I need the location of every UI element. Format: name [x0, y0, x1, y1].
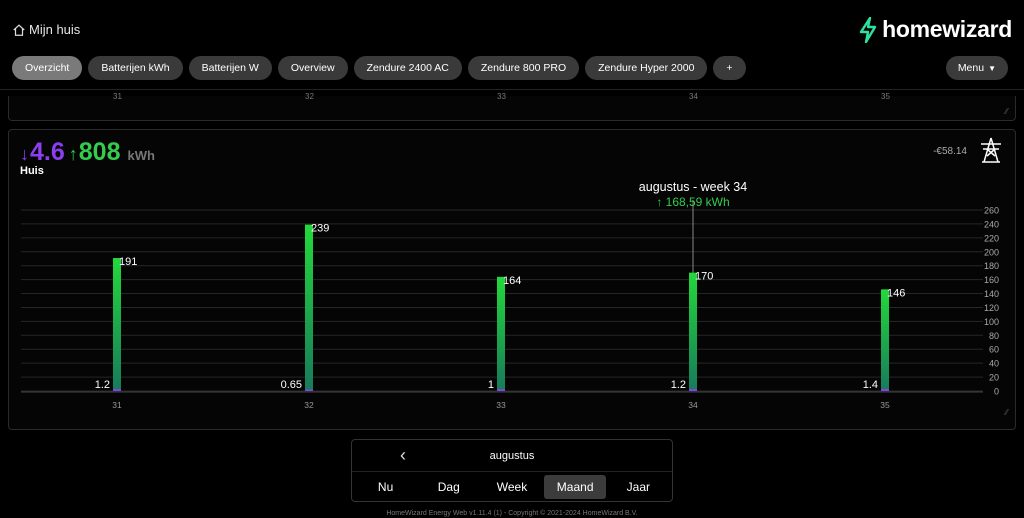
energy-totals: ↓ 4.6 ↑ 808 kWh	[20, 138, 155, 167]
month-selector: ‹ augustus	[352, 440, 672, 472]
y-tick-label: 240	[984, 219, 999, 229]
export-bar	[497, 276, 505, 391]
card-label: Huis	[20, 165, 44, 177]
import-value-label: 0.65	[281, 379, 302, 391]
x-tick-label: 32	[304, 400, 314, 410]
import-bar	[689, 389, 697, 391]
bar-value-label: 239	[311, 223, 329, 235]
import-bar	[881, 389, 889, 391]
top-tick: 31	[113, 92, 122, 101]
export-value: 808	[78, 138, 121, 166]
y-tick-label: 0	[994, 387, 999, 397]
period-tabs: Nu Dag Week Maand Jaar	[352, 475, 672, 499]
bar-value-label: 170	[695, 271, 713, 283]
export-bar	[305, 224, 313, 391]
energy-bar-chart[interactable]: 0 20 40 60 80 100 120 140 160 180 200 220 240 260 191 1…	[9, 130, 1017, 431]
period-jaar[interactable]: Jaar	[607, 475, 669, 499]
dashboard-tabs: Overzicht Batterijen kWh Batterijen W Ov…	[12, 56, 746, 80]
top-tick: 33	[497, 92, 506, 101]
bar-value-label: 164	[503, 275, 521, 287]
footer-copyright: HomeWizard Energy Web v1.11.4 (1) - Copy…	[386, 510, 638, 517]
power-pylon-icon	[981, 137, 1001, 163]
y-tick-label: 80	[989, 331, 999, 341]
bar-value-label: 191	[119, 256, 137, 268]
cost-value: -€58.14	[933, 146, 967, 157]
tab-overview[interactable]: Overview	[277, 56, 348, 80]
menu-button[interactable]: Menu ▼	[945, 56, 1008, 80]
home-link[interactable]: Mijn huis	[12, 22, 80, 37]
menu-label: Menu	[957, 62, 985, 74]
export-bar	[881, 289, 889, 391]
home-label: Mijn huis	[29, 22, 81, 37]
export-bar	[113, 258, 121, 391]
y-tick-label: 20	[989, 373, 999, 383]
x-tick-label: 34	[688, 400, 698, 410]
resize-handle[interactable]: ⁄⁄	[1005, 408, 1008, 417]
import-value: 4.6	[30, 138, 65, 166]
tab-overzicht[interactable]: Overzicht	[12, 56, 83, 80]
y-tick-label: 60	[989, 345, 999, 355]
resize-handle[interactable]: ⁄⁄	[1005, 107, 1008, 116]
y-tick-label: 220	[984, 233, 999, 243]
import-bar	[497, 389, 505, 391]
caret-down-icon: ▼	[988, 63, 996, 73]
add-tab-button[interactable]: +	[713, 56, 746, 80]
huis-card: 0 20 40 60 80 100 120 140 160 180 200 220 240 260 191 1…	[8, 129, 1016, 430]
x-tick-label: 33	[496, 400, 506, 410]
import-arrow-icon: ↓	[20, 144, 29, 164]
home-icon	[13, 23, 25, 36]
tab-zendure-hyper-2000[interactable]: Zendure Hyper 2000	[585, 56, 708, 80]
tab-zendure-2400-ac[interactable]: Zendure 2400 AC	[353, 56, 462, 80]
import-value-label: 1	[488, 379, 494, 391]
y-tick-label: 200	[984, 247, 999, 257]
current-month: augustus	[489, 450, 535, 462]
homewizard-logo: homewizard	[858, 16, 1012, 43]
period-dag[interactable]: Dag	[418, 475, 480, 499]
tab-zendure-800-pro[interactable]: Zendure 800 PRO	[467, 56, 580, 80]
y-tick-label: 100	[984, 317, 999, 327]
tooltip-value: ↑ 168,59 kWh	[656, 195, 729, 209]
top-tick: 35	[881, 92, 890, 101]
logo-text: homewizard	[882, 16, 1012, 42]
top-tick: 34	[689, 92, 698, 101]
period-nu[interactable]: Nu	[355, 475, 417, 499]
import-value-label: 1.2	[95, 379, 110, 391]
import-value-label: 1.4	[863, 379, 878, 391]
tab-batterijen-w[interactable]: Batterijen W	[188, 56, 272, 80]
bar-value-label: 146	[887, 287, 905, 299]
y-tick-label: 160	[984, 275, 999, 285]
import-bar	[113, 389, 121, 391]
import-bar	[305, 389, 313, 391]
y-tick-label: 120	[984, 303, 999, 313]
top-tick: 32	[305, 92, 314, 101]
lightning-icon	[859, 16, 877, 43]
y-tick-label: 180	[984, 261, 999, 271]
export-bar	[689, 272, 697, 391]
app-header: Mijn huis homewizard Overzicht Batterije…	[0, 0, 1024, 90]
period-maand[interactable]: Maand	[544, 475, 607, 499]
export-arrow-icon: ↑	[68, 144, 78, 164]
y-tick-label: 140	[984, 289, 999, 299]
period-navigator: ‹ augustus Nu Dag Week Maand Jaar	[351, 439, 673, 502]
tab-batterijen-kwh[interactable]: Batterijen kWh	[88, 56, 183, 80]
x-tick-label: 31	[112, 400, 122, 410]
y-tick-label: 260	[984, 206, 999, 216]
previous-card: 31 32 33 34 35 ⁄⁄	[8, 92, 1016, 121]
tooltip-title: augustus - week 34	[639, 180, 747, 194]
period-week[interactable]: Week	[481, 475, 543, 499]
y-tick-label: 40	[989, 359, 999, 369]
energy-unit: kWh	[127, 148, 155, 163]
x-tick-label: 35	[880, 400, 890, 410]
import-value-label: 1.2	[671, 379, 686, 391]
header-divider	[0, 89, 1024, 90]
